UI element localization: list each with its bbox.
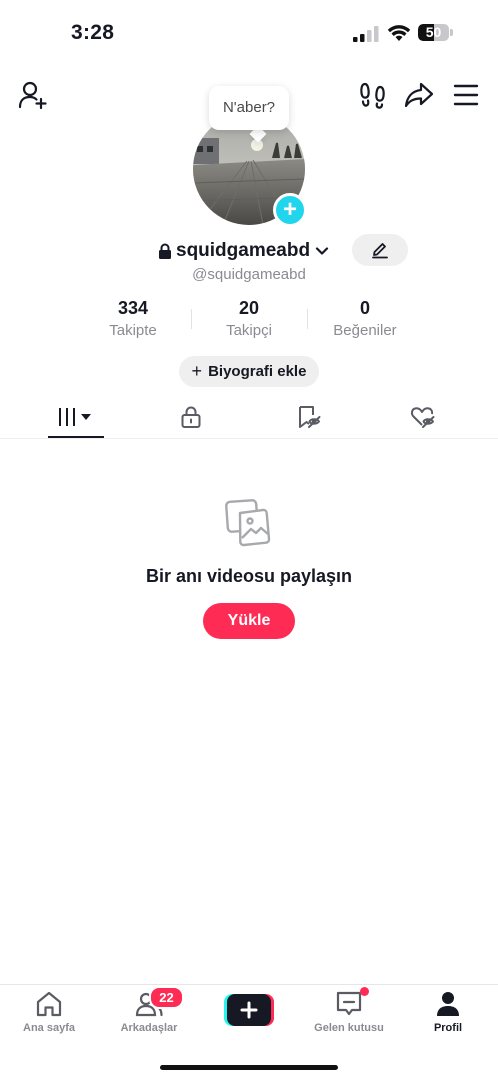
tab-videos[interactable]: [48, 400, 104, 434]
followers-label: Takipçi: [226, 322, 272, 339]
edit-profile-button[interactable]: [352, 234, 408, 266]
nav-inbox[interactable]: Gelen kutusu: [304, 990, 394, 1040]
chevron-down-icon: [315, 247, 329, 255]
add-friend-button[interactable]: [18, 80, 48, 110]
following-stat[interactable]: 334 Takipte: [78, 298, 188, 339]
inbox-icon: [336, 991, 362, 1016]
footprints-icon: [360, 82, 385, 109]
tabs-divider: [0, 438, 498, 439]
likes-stat[interactable]: 0 Beğeniler: [310, 298, 420, 339]
saved-icon: [299, 406, 321, 428]
stat-divider: [307, 309, 308, 329]
likes-count: 0: [359, 298, 370, 318]
followers-count: 20: [238, 298, 260, 318]
active-tab-indicator: [48, 436, 104, 438]
tab-liked[interactable]: [395, 400, 451, 434]
add-person-icon: [18, 81, 47, 110]
add-bio-button[interactable]: + Biyografi ekle: [179, 356, 319, 387]
create-button[interactable]: [224, 994, 274, 1026]
lock-icon: [181, 406, 201, 428]
following-label: Takipte: [109, 322, 157, 339]
share-profile-button[interactable]: [404, 80, 434, 110]
add-bio-label: Biyografi ekle: [208, 363, 307, 380]
followers-stat[interactable]: 20 Takipçi: [194, 298, 304, 339]
bottom-nav-divider: [0, 984, 498, 985]
add-story-button[interactable]: +: [273, 193, 307, 227]
battery-level: 50: [425, 24, 442, 40]
hamburger-menu-icon: [453, 84, 479, 106]
speech-bubble[interactable]: N'aber?: [209, 86, 289, 130]
stat-divider: [191, 309, 192, 329]
lock-icon: [159, 243, 171, 259]
likes-label: Beğeniler: [333, 322, 397, 339]
tab-private[interactable]: [163, 400, 219, 434]
profile-views-button[interactable]: [359, 81, 387, 109]
share-arrow-icon: [404, 82, 434, 108]
home-indicator: [160, 1065, 338, 1070]
nav-profile[interactable]: Profil: [403, 990, 493, 1040]
battery-icon: 50: [418, 24, 454, 42]
wifi-icon: [387, 25, 411, 41]
status-time: 3:28: [71, 21, 115, 44]
menu-button[interactable]: [453, 82, 479, 108]
nav-profile-label: Profil: [433, 1022, 463, 1034]
profile-icon: [437, 992, 459, 1016]
nav-inbox-label: Gelen kutusu: [314, 1022, 384, 1034]
tab-saved[interactable]: [281, 400, 337, 434]
friends-badge: 22: [149, 986, 184, 1009]
nav-home-label: Ana sayfa: [23, 1022, 75, 1034]
empty-state-title: Bir anı videosu paylaşın: [145, 566, 353, 586]
user-handle: @squidgameabd: [192, 266, 306, 283]
account-switcher[interactable]: squidgameabd: [158, 238, 330, 264]
username: squidgameabd: [176, 240, 311, 261]
inbox-notification-dot: [360, 987, 369, 996]
following-count: 334: [117, 298, 149, 318]
upload-button[interactable]: Yükle: [203, 603, 295, 639]
liked-icon: [410, 407, 435, 428]
photos-icon: [225, 499, 271, 547]
nav-home[interactable]: Ana sayfa: [4, 990, 94, 1040]
grid-videos-icon: [59, 408, 91, 426]
cellular-signal-icon: [353, 26, 379, 42]
plus-icon: +: [191, 361, 203, 381]
pencil-icon: [372, 243, 388, 259]
home-icon: [36, 991, 62, 1017]
nav-friends-label: Arkadaşlar: [120, 1022, 178, 1034]
